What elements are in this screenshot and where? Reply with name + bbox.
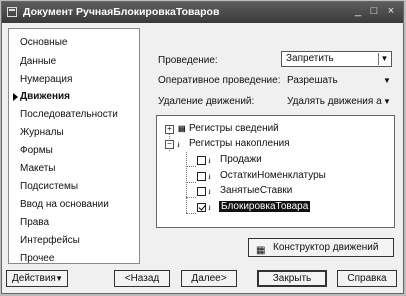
register-icon: ⱼ	[209, 202, 211, 211]
expand-icon[interactable]: +	[165, 125, 174, 134]
minimize-button[interactable]: _	[350, 4, 366, 19]
window-title: Документ РучнаяБлокировкаТоваров	[23, 6, 220, 18]
register-checkbox[interactable]	[197, 187, 206, 196]
back-button[interactable]: <Назад	[114, 270, 170, 287]
chevron-down-icon: ▼	[55, 274, 63, 283]
sidebar-item-numbering[interactable]: Нумерация	[20, 74, 72, 85]
registers-tree: + ▤ Регистры сведений − ⱼ Регистры накоп…	[156, 115, 395, 228]
sidebar-item-main[interactable]: Основные	[20, 37, 67, 48]
accumulation-register-icon: ⱼ	[178, 139, 180, 148]
register-checkbox[interactable]	[197, 172, 206, 181]
close-form-button[interactable]: Закрыть	[257, 270, 327, 287]
delete-movements-label: Удаление движений:	[158, 96, 255, 107]
register-icon: ⱼ	[209, 155, 211, 164]
tree-node-label: Регистры сведений	[189, 123, 279, 134]
active-item-arrow-icon	[13, 93, 18, 101]
chevron-down-icon[interactable]: ▼	[383, 97, 391, 106]
sidebar-item-input-basis[interactable]: Ввод на основании	[20, 199, 109, 210]
sidebar-nav: Основные Данные Нумерация Движения После…	[8, 28, 140, 264]
tree-node-label: ЗанятыеСтавки	[220, 185, 293, 196]
document-window: Документ РучнаяБлокировкаТоваров _ □ × О…	[1, 1, 404, 294]
register-icon: ⱼ	[209, 171, 211, 180]
tree-node-label: Регистры накопления	[189, 138, 290, 149]
help-button[interactable]: Справка	[337, 270, 397, 287]
sidebar-item-subsystems[interactable]: Подсистемы	[20, 181, 78, 192]
actions-label: Действия	[12, 273, 56, 284]
register-icon: ⱼ	[209, 186, 211, 195]
register-checkbox-checked[interactable]	[197, 203, 206, 212]
delete-movements-value[interactable]: Удалять движения а	[287, 96, 382, 107]
tree-node-label: Продажи	[220, 154, 262, 165]
sidebar-item-other[interactable]: Прочее	[20, 253, 54, 264]
sidebar-item-rights[interactable]: Права	[20, 217, 49, 228]
sidebar-item-forms[interactable]: Формы	[20, 145, 53, 156]
realtime-posting-value[interactable]: Разрешать	[287, 75, 338, 86]
window-icon	[7, 7, 17, 17]
info-register-icon: ▤	[178, 124, 186, 133]
posting-select[interactable]: Запретить ▼	[281, 51, 392, 67]
constructor-icon: ▦	[256, 245, 266, 256]
sidebar-item-journals[interactable]: Журналы	[20, 127, 64, 138]
realtime-posting-label: Оперативное проведение:	[158, 75, 281, 86]
sidebar-item-interfaces[interactable]: Интерфейсы	[20, 235, 80, 246]
sidebar-item-data[interactable]: Данные	[20, 56, 56, 67]
posting-value: Запретить	[286, 53, 334, 64]
actions-button[interactable]: Действия ▼	[6, 270, 68, 287]
chevron-down-icon[interactable]: ▼	[383, 76, 391, 85]
tree-node-label: ОстаткиНоменклатуры	[220, 170, 326, 181]
sidebar-item-movements[interactable]: Движения	[20, 91, 70, 102]
maximize-button[interactable]: □	[366, 4, 382, 19]
constructor-label: Конструктор движений	[273, 242, 379, 253]
tree-node-label: БлокировкаТовара	[219, 201, 311, 212]
sidebar-item-sequences[interactable]: Последовательности	[20, 109, 118, 120]
next-button[interactable]: Далее>	[181, 270, 237, 287]
chevron-down-icon[interactable]: ▼	[378, 53, 390, 65]
close-button[interactable]: ×	[383, 4, 399, 19]
register-checkbox[interactable]	[197, 156, 206, 165]
collapse-icon[interactable]: −	[165, 140, 174, 149]
title-bar: Документ РучнаяБлокировкаТоваров _ □ ×	[2, 2, 403, 23]
sidebar-item-templates[interactable]: Макеты	[20, 163, 56, 174]
posting-label: Проведение:	[158, 55, 218, 66]
movements-constructor-button[interactable]: ▦ Конструктор движений	[248, 238, 394, 257]
